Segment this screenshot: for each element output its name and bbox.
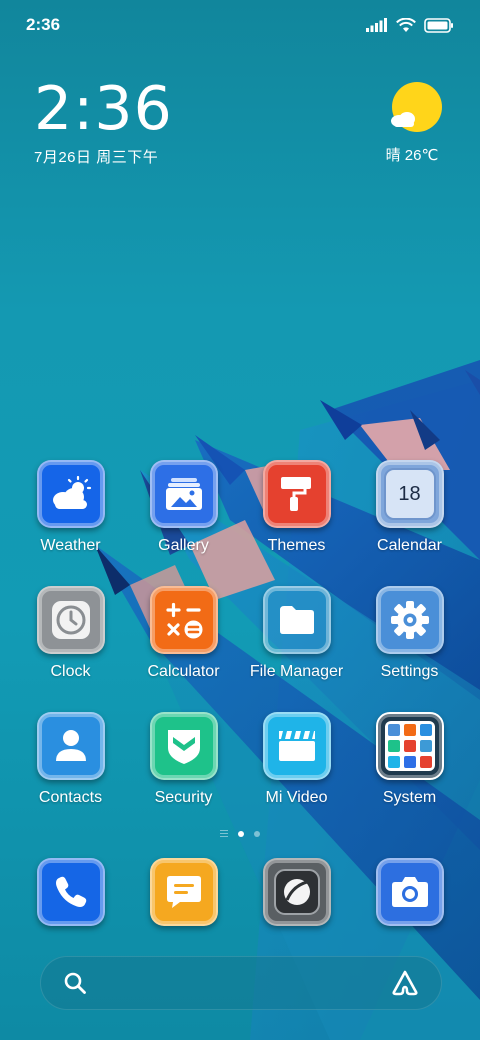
dock-browser[interactable] [240, 858, 353, 926]
clock-time: 2:36 [34, 74, 173, 144]
phone-icon [36, 858, 105, 926]
app-clock[interactable]: Clock [14, 586, 127, 681]
calendar-day: 18 [398, 482, 421, 505]
gear-icon [375, 586, 444, 654]
app-label: System [382, 789, 437, 806]
app-weather[interactable]: Weather [14, 460, 127, 555]
app-mi-video[interactable]: Mi Video [240, 712, 353, 807]
contacts-icon [36, 712, 105, 780]
app-label: Calculator [147, 663, 220, 680]
battery-icon [424, 17, 453, 33]
app-settings[interactable]: Settings [353, 586, 466, 681]
page-dot-active [238, 830, 244, 837]
dock-phone[interactable] [14, 858, 127, 926]
app-label: Themes [267, 537, 326, 554]
status-icons [366, 17, 454, 33]
clock-widget[interactable]: 2:36 7月26日 周三下午 [34, 76, 173, 167]
app-label: Contacts [38, 789, 103, 806]
search-bar[interactable] [40, 956, 442, 1010]
app-gallery[interactable]: Gallery [127, 460, 240, 555]
app-label: Gallery [158, 537, 209, 554]
message-icon [149, 858, 218, 926]
app-security[interactable]: Security [127, 712, 240, 807]
status-bar: 2:36 [0, 0, 480, 50]
weather-widget[interactable]: 晴 26℃ [384, 82, 444, 165]
app-system-folder[interactable]: System [353, 712, 466, 807]
dock-camera[interactable] [353, 858, 466, 926]
page-list-icon [220, 830, 228, 837]
shield-icon [149, 712, 218, 780]
app-label: Mi Video [265, 789, 328, 806]
wifi-icon [396, 17, 416, 32]
app-calculator[interactable]: Calculator [127, 586, 240, 681]
clock-date: 7月26日 周三下午 [34, 149, 159, 166]
weather-text: 晴 26℃ [385, 147, 439, 164]
app-label: Calendar [377, 537, 442, 554]
gallery-icon [149, 460, 218, 528]
dock-messages[interactable] [127, 858, 240, 926]
app-label: Security [154, 789, 213, 806]
app-calendar[interactable]: 18 Calendar [353, 460, 466, 555]
app-label: Settings [380, 663, 439, 680]
status-time: 2:36 [26, 15, 61, 34]
video-icon [262, 712, 331, 780]
app-contacts[interactable]: Contacts [14, 712, 127, 807]
app-label: Clock [50, 663, 91, 680]
calendar-icon: 18 [375, 460, 444, 528]
themes-icon [262, 460, 331, 528]
signal-icon [366, 18, 387, 32]
page-indicator [0, 830, 480, 837]
system-folder-icon [375, 712, 444, 780]
app-themes[interactable]: Themes [240, 460, 353, 555]
calculator-icon [149, 586, 218, 654]
app-label: File Manager [249, 663, 344, 680]
search-icon[interactable] [63, 971, 87, 995]
camera-icon [375, 858, 444, 926]
clock-icon [36, 586, 105, 654]
browser-icon [262, 858, 331, 926]
folder-icon [262, 586, 331, 654]
weather-icon [36, 460, 105, 528]
dock [0, 858, 480, 930]
page-dot [254, 830, 260, 837]
sun-cloud-icon [391, 82, 442, 132]
app-label: Weather [40, 537, 101, 554]
assistant-icon[interactable] [391, 970, 419, 996]
app-file-manager[interactable]: File Manager [240, 586, 353, 681]
